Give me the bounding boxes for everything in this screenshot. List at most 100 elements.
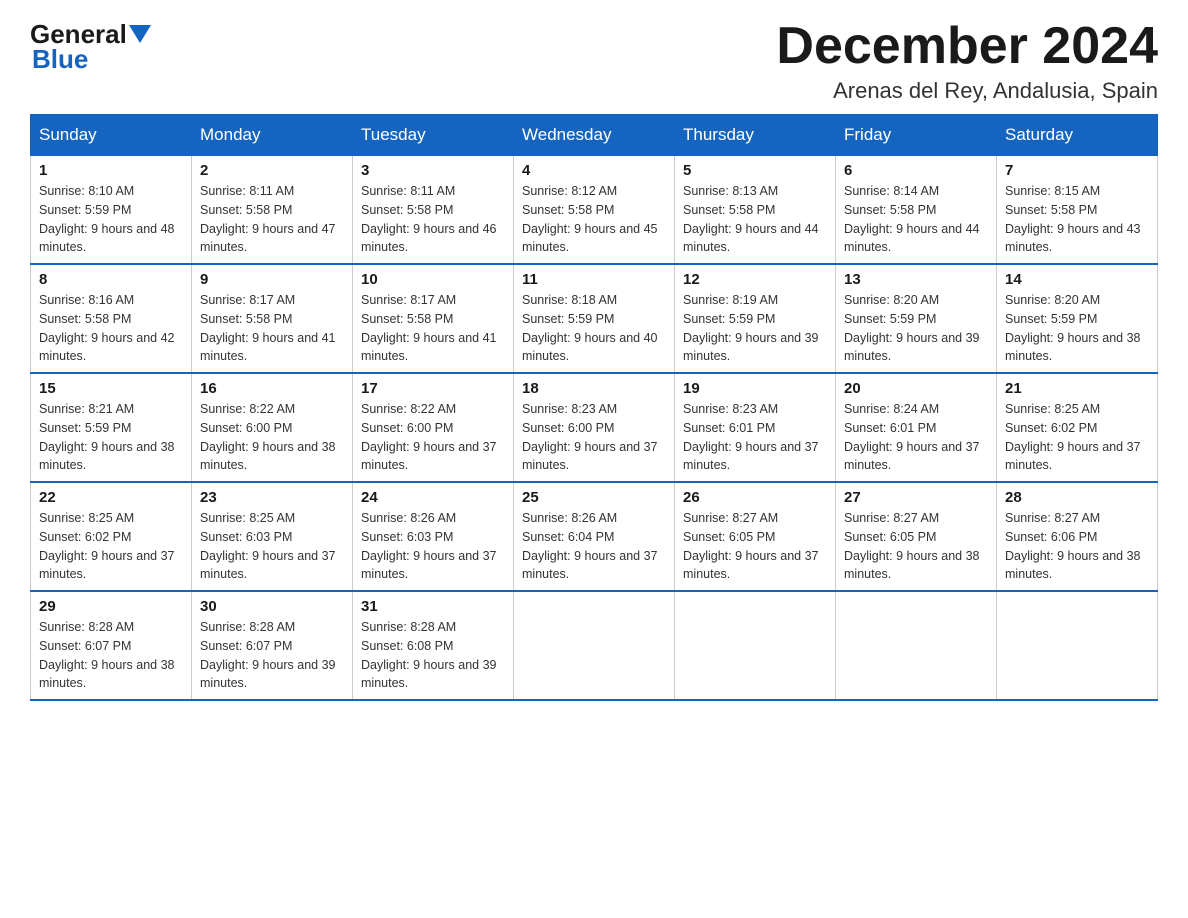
day-info: Sunrise: 8:17 AMSunset: 5:58 PMDaylight:… bbox=[200, 291, 344, 366]
calendar-week-row: 22 Sunrise: 8:25 AMSunset: 6:02 PMDayligh… bbox=[31, 482, 1158, 591]
day-info: Sunrise: 8:12 AMSunset: 5:58 PMDaylight:… bbox=[522, 182, 666, 257]
day-info: Sunrise: 8:20 AMSunset: 5:59 PMDaylight:… bbox=[1005, 291, 1149, 366]
calendar-week-row: 1 Sunrise: 8:10 AMSunset: 5:59 PMDaylight… bbox=[31, 156, 1158, 265]
day-number: 13 bbox=[844, 271, 988, 288]
weekday-header-thursday: Thursday bbox=[675, 115, 836, 156]
weekday-header-sunday: Sunday bbox=[31, 115, 192, 156]
calendar-cell: 26Sunrise: 8:27 AMSunset: 6:05 PMDayligh… bbox=[675, 482, 836, 591]
calendar-cell: 18 Sunrise: 8:23 AMSunset: 6:00 PMDayligh… bbox=[514, 373, 675, 482]
weekday-header-friday: Friday bbox=[836, 115, 997, 156]
calendar-cell: 24Sunrise: 8:26 AMSunset: 6:03 PMDayligh… bbox=[353, 482, 514, 591]
day-number: 14 bbox=[1005, 271, 1149, 288]
calendar-cell: 4 Sunrise: 8:12 AMSunset: 5:58 PMDaylight… bbox=[514, 156, 675, 265]
day-number: 30 bbox=[200, 598, 344, 615]
weekday-header-row: SundayMondayTuesdayWednesdayThursdayFrid… bbox=[31, 115, 1158, 156]
day-number: 31 bbox=[361, 598, 505, 615]
day-info: Sunrise: 8:14 AMSunset: 5:58 PMDaylight:… bbox=[844, 182, 988, 257]
day-info: Sunrise: 8:22 AMSunset: 6:00 PMDaylight:… bbox=[361, 400, 505, 475]
day-info: Sunrise: 8:16 AMSunset: 5:58 PMDaylight:… bbox=[39, 291, 183, 366]
weekday-header-monday: Monday bbox=[192, 115, 353, 156]
day-number: 1 bbox=[39, 162, 183, 179]
day-info: Sunrise: 8:28 AMSunset: 6:07 PMDaylight:… bbox=[200, 618, 344, 693]
day-info: Sunrise: 8:23 AMSunset: 6:00 PMDaylight:… bbox=[522, 400, 666, 475]
calendar-cell: 25Sunrise: 8:26 AMSunset: 6:04 PMDayligh… bbox=[514, 482, 675, 591]
day-info: Sunrise: 8:25 AMSunset: 6:02 PMDaylight:… bbox=[1005, 400, 1149, 475]
day-number: 20 bbox=[844, 380, 988, 397]
day-number: 3 bbox=[361, 162, 505, 179]
day-number: 5 bbox=[683, 162, 827, 179]
calendar-cell bbox=[675, 591, 836, 700]
weekday-header-saturday: Saturday bbox=[997, 115, 1158, 156]
calendar-week-row: 8 Sunrise: 8:16 AMSunset: 5:58 PMDaylight… bbox=[31, 264, 1158, 373]
logo-blue-text: Blue bbox=[32, 45, 151, 74]
day-number: 17 bbox=[361, 380, 505, 397]
day-number: 4 bbox=[522, 162, 666, 179]
day-number: 23 bbox=[200, 489, 344, 506]
calendar-cell: 15Sunrise: 8:21 AMSunset: 5:59 PMDayligh… bbox=[31, 373, 192, 482]
calendar-cell: 16 Sunrise: 8:22 AMSunset: 6:00 PMDayligh… bbox=[192, 373, 353, 482]
day-number: 24 bbox=[361, 489, 505, 506]
calendar-cell: 28Sunrise: 8:27 AMSunset: 6:06 PMDayligh… bbox=[997, 482, 1158, 591]
day-info: Sunrise: 8:13 AMSunset: 5:58 PMDaylight:… bbox=[683, 182, 827, 257]
day-info: Sunrise: 8:25 AMSunset: 6:02 PMDaylight:… bbox=[39, 509, 183, 584]
day-number: 26 bbox=[683, 489, 827, 506]
calendar-cell: 20Sunrise: 8:24 AMSunset: 6:01 PMDayligh… bbox=[836, 373, 997, 482]
calendar-cell: 8 Sunrise: 8:16 AMSunset: 5:58 PMDaylight… bbox=[31, 264, 192, 373]
day-number: 18 bbox=[522, 380, 666, 397]
day-info: Sunrise: 8:22 AMSunset: 6:00 PMDaylight:… bbox=[200, 400, 344, 475]
day-number: 11 bbox=[522, 271, 666, 288]
day-number: 27 bbox=[844, 489, 988, 506]
day-number: 7 bbox=[1005, 162, 1149, 179]
day-info: Sunrise: 8:28 AMSunset: 6:07 PMDaylight:… bbox=[39, 618, 183, 693]
day-info: Sunrise: 8:15 AMSunset: 5:58 PMDaylight:… bbox=[1005, 182, 1149, 257]
day-info: Sunrise: 8:27 AMSunset: 6:05 PMDaylight:… bbox=[844, 509, 988, 584]
calendar-cell: 21 Sunrise: 8:25 AMSunset: 6:02 PMDayligh… bbox=[997, 373, 1158, 482]
day-number: 6 bbox=[844, 162, 988, 179]
calendar-cell: 5 Sunrise: 8:13 AMSunset: 5:58 PMDaylight… bbox=[675, 156, 836, 265]
location-subtitle: Arenas del Rey, Andalusia, Spain bbox=[776, 78, 1158, 104]
calendar-cell bbox=[997, 591, 1158, 700]
day-number: 10 bbox=[361, 271, 505, 288]
calendar-cell bbox=[514, 591, 675, 700]
day-info: Sunrise: 8:10 AMSunset: 5:59 PMDaylight:… bbox=[39, 182, 183, 257]
day-info: Sunrise: 8:21 AMSunset: 5:59 PMDaylight:… bbox=[39, 400, 183, 475]
page-header: General Blue December 2024 Arenas del Re… bbox=[30, 20, 1158, 104]
calendar-cell: 27 Sunrise: 8:27 AMSunset: 6:05 PMDayligh… bbox=[836, 482, 997, 591]
day-number: 2 bbox=[200, 162, 344, 179]
calendar-cell: 23 Sunrise: 8:25 AMSunset: 6:03 PMDayligh… bbox=[192, 482, 353, 591]
calendar-cell: 13Sunrise: 8:20 AMSunset: 5:59 PMDayligh… bbox=[836, 264, 997, 373]
day-number: 16 bbox=[200, 380, 344, 397]
calendar-cell: 22 Sunrise: 8:25 AMSunset: 6:02 PMDayligh… bbox=[31, 482, 192, 591]
calendar-cell: 2 Sunrise: 8:11 AMSunset: 5:58 PMDaylight… bbox=[192, 156, 353, 265]
logo: General Blue bbox=[30, 20, 151, 73]
calendar-cell: 10Sunrise: 8:17 AMSunset: 5:58 PMDayligh… bbox=[353, 264, 514, 373]
title-block: December 2024 Arenas del Rey, Andalusia,… bbox=[776, 20, 1158, 104]
month-title: December 2024 bbox=[776, 20, 1158, 72]
day-info: Sunrise: 8:26 AMSunset: 6:04 PMDaylight:… bbox=[522, 509, 666, 584]
day-info: Sunrise: 8:23 AMSunset: 6:01 PMDaylight:… bbox=[683, 400, 827, 475]
weekday-header-tuesday: Tuesday bbox=[353, 115, 514, 156]
calendar-cell: 14 Sunrise: 8:20 AMSunset: 5:59 PMDayligh… bbox=[997, 264, 1158, 373]
day-info: Sunrise: 8:11 AMSunset: 5:58 PMDaylight:… bbox=[361, 182, 505, 257]
calendar-cell: 29 Sunrise: 8:28 AMSunset: 6:07 PMDayligh… bbox=[31, 591, 192, 700]
calendar-week-row: 29 Sunrise: 8:28 AMSunset: 6:07 PMDayligh… bbox=[31, 591, 1158, 700]
day-info: Sunrise: 8:11 AMSunset: 5:58 PMDaylight:… bbox=[200, 182, 344, 257]
day-number: 21 bbox=[1005, 380, 1149, 397]
day-number: 22 bbox=[39, 489, 183, 506]
day-number: 12 bbox=[683, 271, 827, 288]
calendar-table: SundayMondayTuesdayWednesdayThursdayFrid… bbox=[30, 114, 1158, 701]
day-info: Sunrise: 8:25 AMSunset: 6:03 PMDaylight:… bbox=[200, 509, 344, 584]
day-info: Sunrise: 8:27 AMSunset: 6:06 PMDaylight:… bbox=[1005, 509, 1149, 584]
day-number: 29 bbox=[39, 598, 183, 615]
calendar-cell: 19Sunrise: 8:23 AMSunset: 6:01 PMDayligh… bbox=[675, 373, 836, 482]
day-info: Sunrise: 8:19 AMSunset: 5:59 PMDaylight:… bbox=[683, 291, 827, 366]
calendar-cell: 11Sunrise: 8:18 AMSunset: 5:59 PMDayligh… bbox=[514, 264, 675, 373]
day-number: 8 bbox=[39, 271, 183, 288]
calendar-cell bbox=[836, 591, 997, 700]
calendar-cell: 6 Sunrise: 8:14 AMSunset: 5:58 PMDaylight… bbox=[836, 156, 997, 265]
day-info: Sunrise: 8:28 AMSunset: 6:08 PMDaylight:… bbox=[361, 618, 505, 693]
calendar-cell: 31 Sunrise: 8:28 AMSunset: 6:08 PMDayligh… bbox=[353, 591, 514, 700]
weekday-header-wednesday: Wednesday bbox=[514, 115, 675, 156]
calendar-cell: 3 Sunrise: 8:11 AMSunset: 5:58 PMDaylight… bbox=[353, 156, 514, 265]
calendar-cell: 12 Sunrise: 8:19 AMSunset: 5:59 PMDayligh… bbox=[675, 264, 836, 373]
